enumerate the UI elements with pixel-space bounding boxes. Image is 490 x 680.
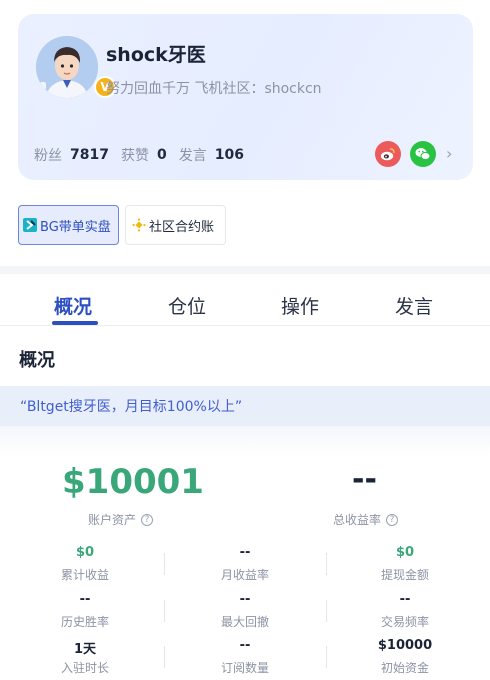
metric-initial-capital: $10000 初始资金 bbox=[325, 638, 485, 676]
total-return-label-group: 总收益率 ? bbox=[333, 511, 399, 528]
user-bio: 努力回血千万 飞机社区：shockcn bbox=[106, 81, 322, 97]
weibo-button[interactable] bbox=[375, 141, 401, 167]
quote-fade bbox=[0, 426, 490, 456]
bg-live-trading-tag[interactable]: BG带单实盘 bbox=[18, 205, 119, 245]
metric-label: 初始资金 bbox=[380, 661, 429, 675]
likes-label: 获赞 bbox=[120, 148, 149, 164]
metric-max-drawdown: -- 最大回撤 bbox=[165, 592, 325, 630]
avatar[interactable] bbox=[36, 36, 98, 98]
profile-card: V shock牙医 努力回血千万 飞机社区：shockcn 粉丝 7817 获赞… bbox=[18, 14, 473, 180]
metric-label: 历史胜率 bbox=[60, 615, 109, 629]
metric-monthly-return: -- 月收益率 bbox=[165, 545, 325, 583]
account-asset-label: 账户资产 bbox=[88, 513, 137, 527]
metric-label: 提现金额 bbox=[380, 568, 429, 582]
weibo-icon bbox=[380, 148, 395, 161]
metric-subscriptions: -- 订阅数量 bbox=[165, 638, 325, 676]
metric-value: -- bbox=[239, 592, 251, 607]
wechat-icon bbox=[415, 148, 431, 161]
metric-value: 1天 bbox=[73, 642, 97, 657]
community-contract-tag[interactable]: 社区合约账 bbox=[125, 205, 226, 245]
section-divider bbox=[0, 266, 490, 274]
tab-operations[interactable]: 操作 bbox=[281, 292, 319, 319]
total-return-value: -- bbox=[352, 462, 377, 497]
section-title: 概况 bbox=[19, 350, 55, 371]
info-icon[interactable]: ? bbox=[386, 513, 399, 526]
posts-label: 发言 bbox=[178, 148, 207, 164]
metric-label: 订阅数量 bbox=[220, 661, 269, 675]
metric-value: $0 bbox=[395, 545, 415, 560]
binance-logo-icon bbox=[132, 218, 146, 232]
bg-live-trading-label: BG带单实盘 bbox=[40, 219, 111, 235]
likes-count[interactable]: 0 bbox=[157, 147, 167, 163]
metric-label: 入驻时长 bbox=[60, 661, 109, 675]
metric-label: 月收益率 bbox=[220, 568, 269, 582]
bitget-logo-icon bbox=[23, 218, 37, 232]
trader-quote: “Bltget搜牙医，月目标100%以上” bbox=[0, 386, 490, 426]
metric-trade-frequency: -- 交易频率 bbox=[325, 592, 485, 630]
metric-value: $10000 bbox=[377, 638, 433, 653]
avatar-cartoon-image bbox=[36, 36, 98, 98]
account-asset-label-group: 账户资产 ? bbox=[88, 511, 154, 528]
username: shock牙医 bbox=[106, 44, 206, 66]
metric-win-rate: -- 历史胜率 bbox=[5, 592, 165, 630]
metric-value: -- bbox=[239, 545, 251, 560]
posts-count[interactable]: 106 bbox=[215, 147, 244, 163]
metric-value: -- bbox=[399, 592, 411, 607]
tab-bar: 概况 仓位 操作 发言 bbox=[0, 284, 490, 326]
tab-posts[interactable]: 发言 bbox=[395, 292, 433, 319]
metric-label: 交易频率 bbox=[380, 615, 429, 629]
metric-cumulative-profit: $0 累计收益 bbox=[5, 545, 165, 583]
info-icon[interactable]: ? bbox=[141, 513, 154, 526]
tab-positions[interactable]: 仓位 bbox=[168, 292, 206, 319]
metric-withdrawal-amount: $0 提现金额 bbox=[325, 545, 485, 583]
wechat-button[interactable] bbox=[410, 141, 436, 167]
metric-value: $0 bbox=[75, 545, 95, 560]
tab-overview[interactable]: 概况 bbox=[54, 292, 92, 319]
metric-value: -- bbox=[79, 592, 91, 607]
chevron-right-icon[interactable]: › bbox=[446, 144, 452, 163]
account-asset-value: $10001 bbox=[62, 462, 204, 502]
followers-label: 粉丝 bbox=[34, 148, 62, 164]
profile-stats: 粉丝 7817 获赞 0 发言 106 bbox=[34, 145, 256, 165]
metric-label: 累计收益 bbox=[60, 568, 109, 582]
active-tab-indicator bbox=[52, 321, 98, 325]
metric-tenure: 1天 入驻时长 bbox=[5, 638, 165, 676]
followers-count[interactable]: 7817 bbox=[70, 147, 109, 163]
community-contract-label: 社区合约账 bbox=[149, 219, 215, 235]
metric-label: 最大回撤 bbox=[220, 615, 269, 629]
metric-value: -- bbox=[239, 638, 251, 653]
total-return-label: 总收益率 bbox=[333, 513, 382, 527]
